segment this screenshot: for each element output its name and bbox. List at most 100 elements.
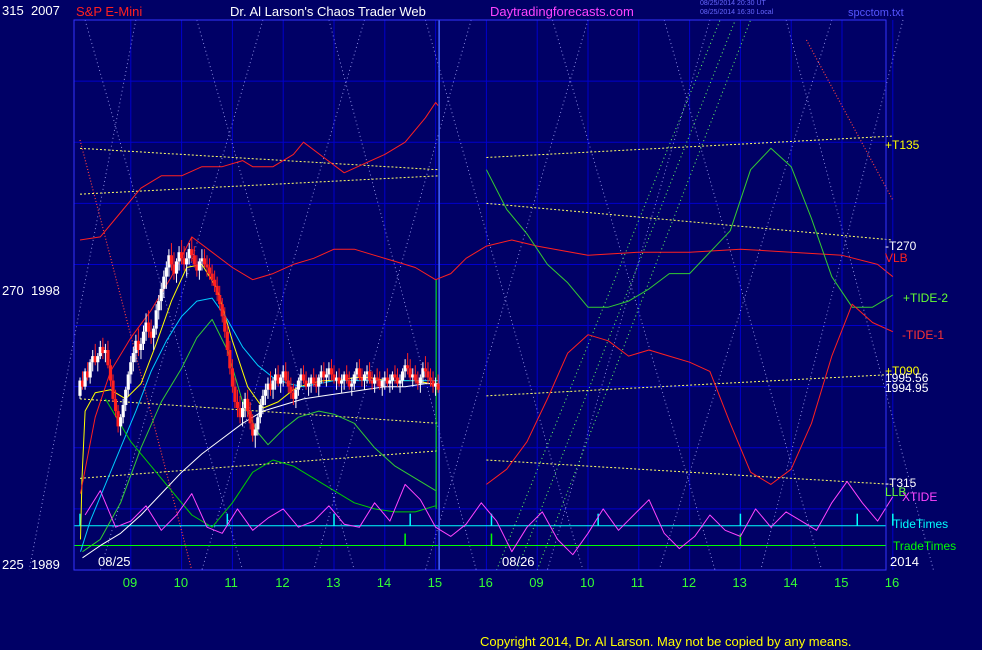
candle-body — [126, 374, 130, 390]
candle-body — [253, 429, 257, 436]
candle-body — [111, 380, 115, 399]
candle-body — [185, 258, 189, 265]
y-bottom-price: 1989 — [30, 557, 60, 572]
astro-diagonal — [313, 19, 472, 571]
y-top-label: 315 2007 — [2, 4, 60, 18]
candle-body — [146, 322, 151, 332]
candle-body — [210, 273, 214, 280]
candle-body — [256, 417, 260, 430]
y-bottom-angle: 225 — [2, 557, 24, 572]
candle-body — [220, 304, 224, 317]
astro-diagonal-green — [536, 19, 752, 571]
candle-body — [423, 368, 428, 372]
data-file-name: spcctom.txt — [848, 7, 904, 19]
candle-body — [162, 276, 166, 289]
candle-body — [225, 331, 229, 350]
astro-diagonal — [551, 19, 716, 571]
x-tick-label: 15 — [834, 575, 849, 590]
grid-lines — [74, 20, 894, 570]
candle-body — [119, 417, 123, 427]
candle-body — [398, 380, 402, 384]
candle-body — [113, 398, 118, 412]
right-label-xtide: XTIDE — [902, 489, 938, 504]
candle-body — [235, 401, 240, 409]
candle-body — [296, 380, 301, 390]
candle-body — [202, 258, 207, 265]
candle-body — [164, 267, 168, 277]
x-tick-label: 14 — [783, 575, 798, 590]
candle-body — [294, 389, 298, 399]
right-label-tide2: +TIDE-2 — [903, 291, 949, 306]
x-tick-label: 13 — [326, 575, 341, 590]
right-label-t135: +T135 — [885, 138, 920, 153]
candle-body — [180, 252, 184, 259]
astro-diagonal — [760, 19, 904, 571]
x-tick-label: 12 — [275, 575, 290, 590]
candle-body — [218, 295, 222, 305]
candle-body — [246, 398, 250, 412]
candle-body — [340, 380, 344, 384]
candle-body — [108, 365, 113, 381]
astro-lines — [28, 19, 934, 571]
astro-diagonal — [546, 19, 711, 571]
y-mid-label: 270 1998 — [2, 284, 60, 298]
candle-body — [169, 255, 174, 265]
x-tick-label: 16 — [478, 575, 493, 590]
candle-body — [301, 374, 306, 381]
x-tick-label: 16 — [884, 575, 900, 590]
candle-body — [286, 380, 290, 387]
candle-body — [263, 389, 268, 396]
right-label-tidetimes: TideTimes — [893, 517, 949, 532]
x-tick-label: 14 — [376, 575, 392, 590]
candle-body — [248, 411, 252, 424]
price-candles — [78, 236, 440, 448]
candle-body — [345, 374, 349, 381]
candle-body — [106, 350, 110, 366]
candle-body — [131, 353, 135, 363]
candle-body — [152, 328, 156, 338]
chart-canvas — [28, 19, 934, 571]
right-label-tradetimes: TradeTimes — [893, 538, 957, 553]
copyright-footer: Copyright 2014, Dr. Al Larson. May not b… — [480, 634, 852, 649]
candle-body — [174, 261, 179, 274]
timestamp-local: 08/25/2014 16:30 Local — [700, 9, 774, 16]
candle-body — [240, 408, 245, 418]
indicator-series — [84, 480, 894, 556]
candle-body — [317, 377, 321, 387]
candle-body — [141, 331, 146, 344]
astro-diagonal-red — [805, 39, 894, 201]
site-link[interactable]: Daytradingforecasts.com — [490, 5, 634, 19]
candle-body — [88, 362, 92, 378]
x-tick-label: 11 — [224, 575, 238, 590]
astro-diagonal — [328, 19, 477, 571]
y-mid-angle: 270 — [2, 283, 24, 298]
date-marker-0825: 08/25 — [98, 554, 131, 569]
y-bottom-label: 225 1989 — [2, 558, 60, 572]
x-tick-label: 10 — [580, 575, 595, 590]
candle-body — [213, 279, 217, 286]
candle-body — [289, 386, 293, 393]
astro-diagonal-green — [496, 19, 721, 571]
x-tick-label: 12 — [681, 575, 697, 590]
timestamp-ut: 08/25/2014 20:30 UT — [700, 0, 766, 7]
candle-body — [284, 371, 288, 381]
right-label-tide1: -TIDE-1 — [902, 327, 944, 342]
candle-body — [129, 362, 133, 375]
candle-body — [375, 377, 379, 381]
astro-diagonal — [424, 19, 584, 571]
candle-body — [215, 285, 219, 295]
candle-body — [367, 371, 372, 381]
candle-body — [426, 371, 430, 378]
time-markers — [74, 20, 894, 570]
astro-diagonal — [658, 19, 833, 571]
candle-body — [428, 377, 433, 381]
candle-body — [436, 383, 440, 390]
y-top-angle: 315 — [2, 3, 24, 18]
right-label-p1994: 1994.95 — [885, 381, 929, 396]
candle-body — [190, 249, 194, 256]
candle-body — [192, 255, 196, 265]
candle-body — [233, 386, 237, 402]
candle-body — [307, 383, 311, 387]
x-tick-label: 15 — [427, 575, 443, 590]
candle-body — [261, 395, 265, 405]
